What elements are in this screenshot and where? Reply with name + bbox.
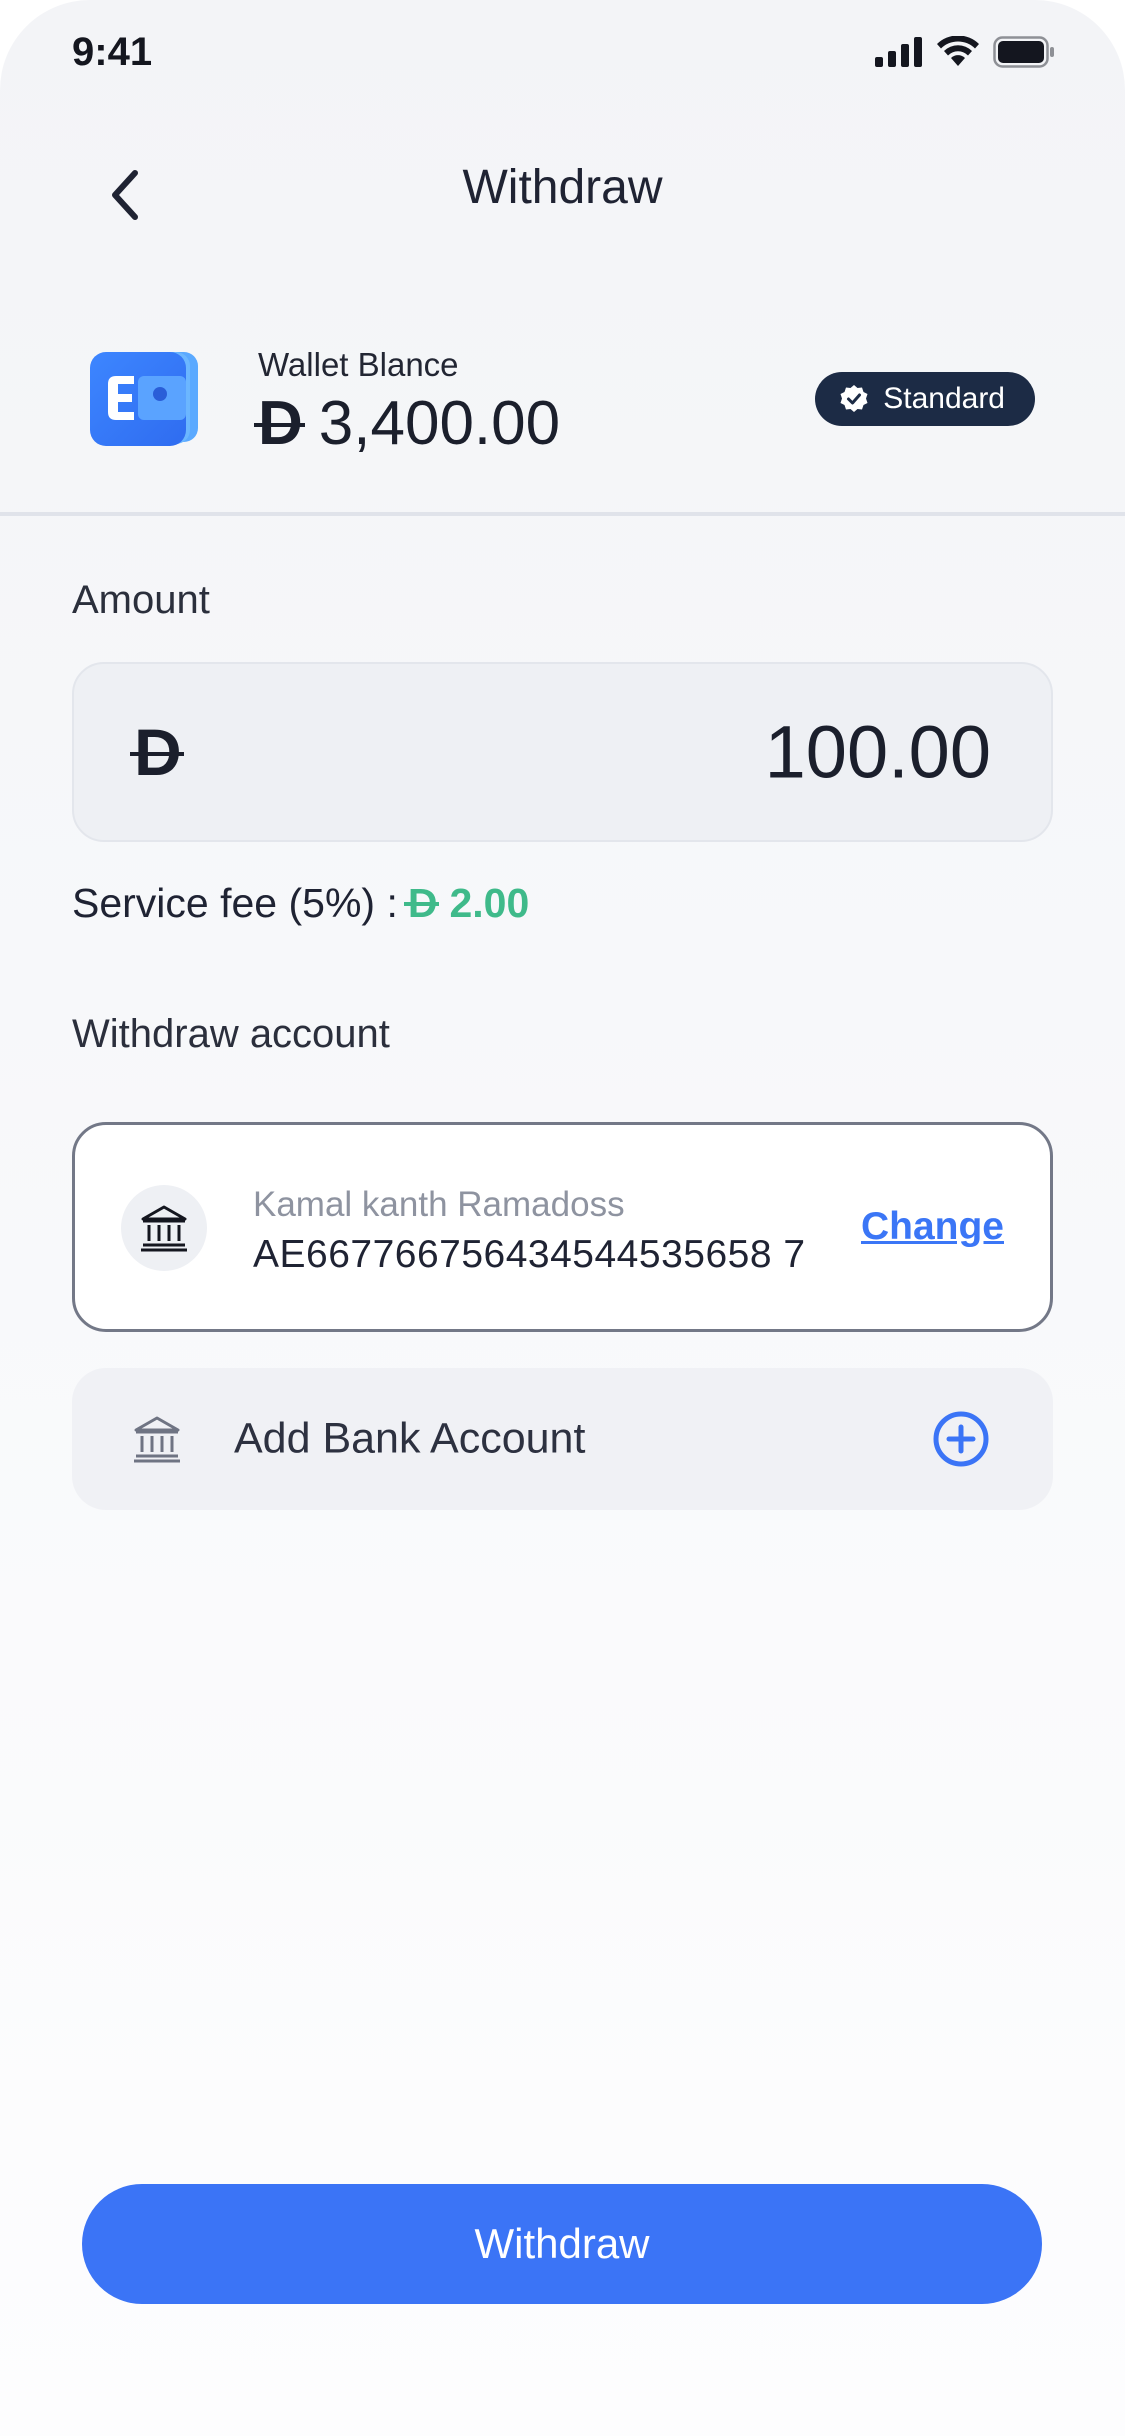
status-icons <box>875 36 1055 68</box>
account-tier-badge: Standard <box>815 372 1035 426</box>
wallet-balance: D 3,400.00 <box>258 388 560 459</box>
account-number: AE667766756434544535658 7 <box>253 1233 806 1276</box>
wallet-icon <box>90 352 198 446</box>
amount-input[interactable]: D 100.00 <box>72 662 1053 842</box>
add-bank-account-button[interactable]: Add Bank Account <box>72 1368 1053 1510</box>
bank-icon <box>141 1205 187 1252</box>
badge-label: Standard <box>883 382 1005 415</box>
service-fee-value: 2.00 <box>449 880 530 926</box>
wallet-balance-label: Wallet Blance <box>258 346 459 383</box>
change-account-link[interactable]: Change <box>861 1205 1004 1249</box>
bank-avatar <box>121 1185 207 1271</box>
status-time: 9:41 <box>72 30 153 74</box>
plus-circle-icon[interactable] <box>931 1409 991 1469</box>
battery-icon <box>993 36 1054 68</box>
account-holder-name: Kamal kanth Ramadoss <box>253 1185 625 1224</box>
withdraw-button[interactable]: Withdraw <box>82 2184 1042 2304</box>
selected-bank-account: Kamal kanth Ramadoss AE66776675643454453… <box>72 1122 1053 1332</box>
verified-badge-icon <box>840 385 868 412</box>
dirham-icon: D <box>258 389 303 458</box>
status-bar: 9:41 <box>0 0 1125 110</box>
wallet-balance-value: 3,400.00 <box>318 389 561 458</box>
withdraw-screen: 9:41 Withdraw Wallet Blance D 3,400.00 S… <box>0 0 1125 2436</box>
bank-icon <box>134 1416 180 1463</box>
amount-label: Amount <box>72 578 210 622</box>
amount-value: 100.00 <box>764 710 991 794</box>
cellular-signal-icon <box>875 37 922 67</box>
service-fee-label: Service fee (5%) : <box>72 880 398 926</box>
service-fee-amount: D 2.00 <box>408 880 529 927</box>
section-divider <box>0 512 1125 516</box>
dirham-icon: D <box>134 715 182 789</box>
page-title: Withdraw <box>462 161 663 214</box>
withdraw-account-label: Withdraw account <box>72 1012 390 1056</box>
wifi-icon <box>937 36 979 66</box>
service-fee: Service fee (5%) : D 2.00 <box>72 880 529 927</box>
add-bank-account-label: Add Bank Account <box>234 1414 586 1463</box>
dirham-icon: D <box>407 880 438 926</box>
